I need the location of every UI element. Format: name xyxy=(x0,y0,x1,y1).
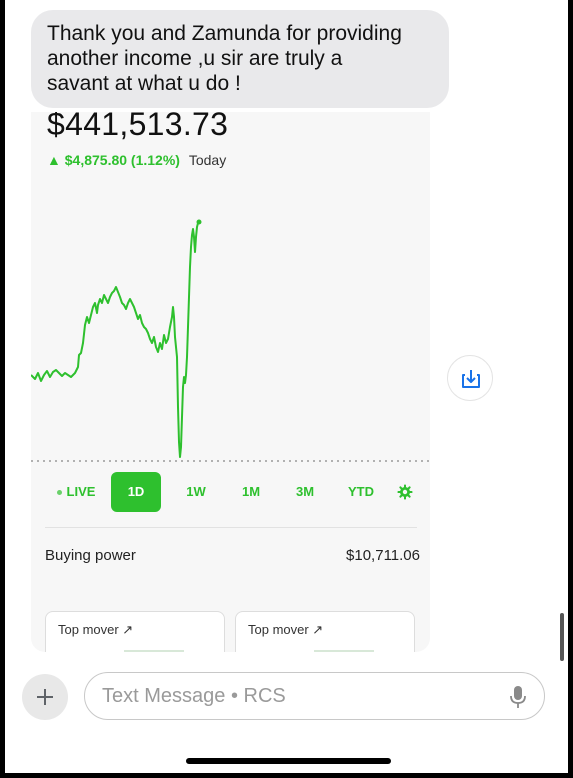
range-label: 1W xyxy=(186,484,206,499)
range-label: 3M xyxy=(295,484,315,499)
messages-screen: Thank you and Zamunda for providing anot… xyxy=(5,0,568,773)
buying-power-label: Buying power xyxy=(45,547,136,564)
change-amount: ▲ $4,875.80 (1.12%) xyxy=(47,152,180,168)
message-line: another income ,u sir are truly a xyxy=(47,47,343,70)
top-mover-card[interactable]: Top mover ↗ xyxy=(45,611,225,652)
range-label: YTD xyxy=(348,484,374,499)
top-mover-card[interactable]: Top mover ↗ xyxy=(235,611,415,652)
range-1d[interactable]: 1D xyxy=(111,472,161,512)
change-period: Today xyxy=(188,152,227,168)
gear-icon[interactable] xyxy=(397,484,413,500)
message-input-placeholder: Text Message • RCS xyxy=(102,685,286,707)
live-dot-icon xyxy=(56,490,62,496)
plus-icon xyxy=(37,689,53,705)
divider xyxy=(45,527,417,528)
range-1w[interactable]: 1W xyxy=(176,472,216,512)
top-mover-label: Top mover ↗ xyxy=(58,622,134,637)
scrollbar[interactable] xyxy=(560,613,564,661)
portfolio-balance: $441,513.73 xyxy=(47,112,229,142)
time-range-selector: LIVE 1D 1W 1M 3M YTD xyxy=(31,472,430,516)
top-mover-label: Top mover ↗ xyxy=(248,622,324,637)
home-indicator[interactable] xyxy=(186,758,391,764)
download-button[interactable] xyxy=(447,355,493,401)
range-label: 1D xyxy=(127,484,145,499)
range-1m[interactable]: 1M xyxy=(231,472,271,512)
buying-power-value: $10,711.06 xyxy=(346,547,420,564)
portfolio-line-chart xyxy=(31,219,430,462)
portfolio-screenshot[interactable]: $441,513.73 ▲ $4,875.80 (1.12%) Today LI… xyxy=(31,112,430,652)
price-line xyxy=(31,222,199,458)
range-live[interactable]: LIVE xyxy=(53,472,99,512)
add-attachment-button[interactable] xyxy=(22,674,68,720)
range-ytd[interactable]: YTD xyxy=(339,472,383,512)
message-bubble[interactable]: Thank you and Zamunda for providing anot… xyxy=(31,10,449,108)
range-label: 1M xyxy=(241,484,261,499)
daily-change: ▲ $4,875.80 (1.12%) Today xyxy=(47,152,226,168)
range-3m[interactable]: 3M xyxy=(285,472,325,512)
message-line: Thank you and Zamunda for providing xyxy=(47,22,402,45)
download-icon xyxy=(462,370,480,388)
message-line: savant at what u do ! xyxy=(47,72,241,95)
price-endpoint xyxy=(196,219,202,225)
range-label: LIVE xyxy=(66,484,96,499)
message-input[interactable]: Text Message • RCS xyxy=(84,672,545,720)
microphone-icon[interactable] xyxy=(508,685,528,709)
